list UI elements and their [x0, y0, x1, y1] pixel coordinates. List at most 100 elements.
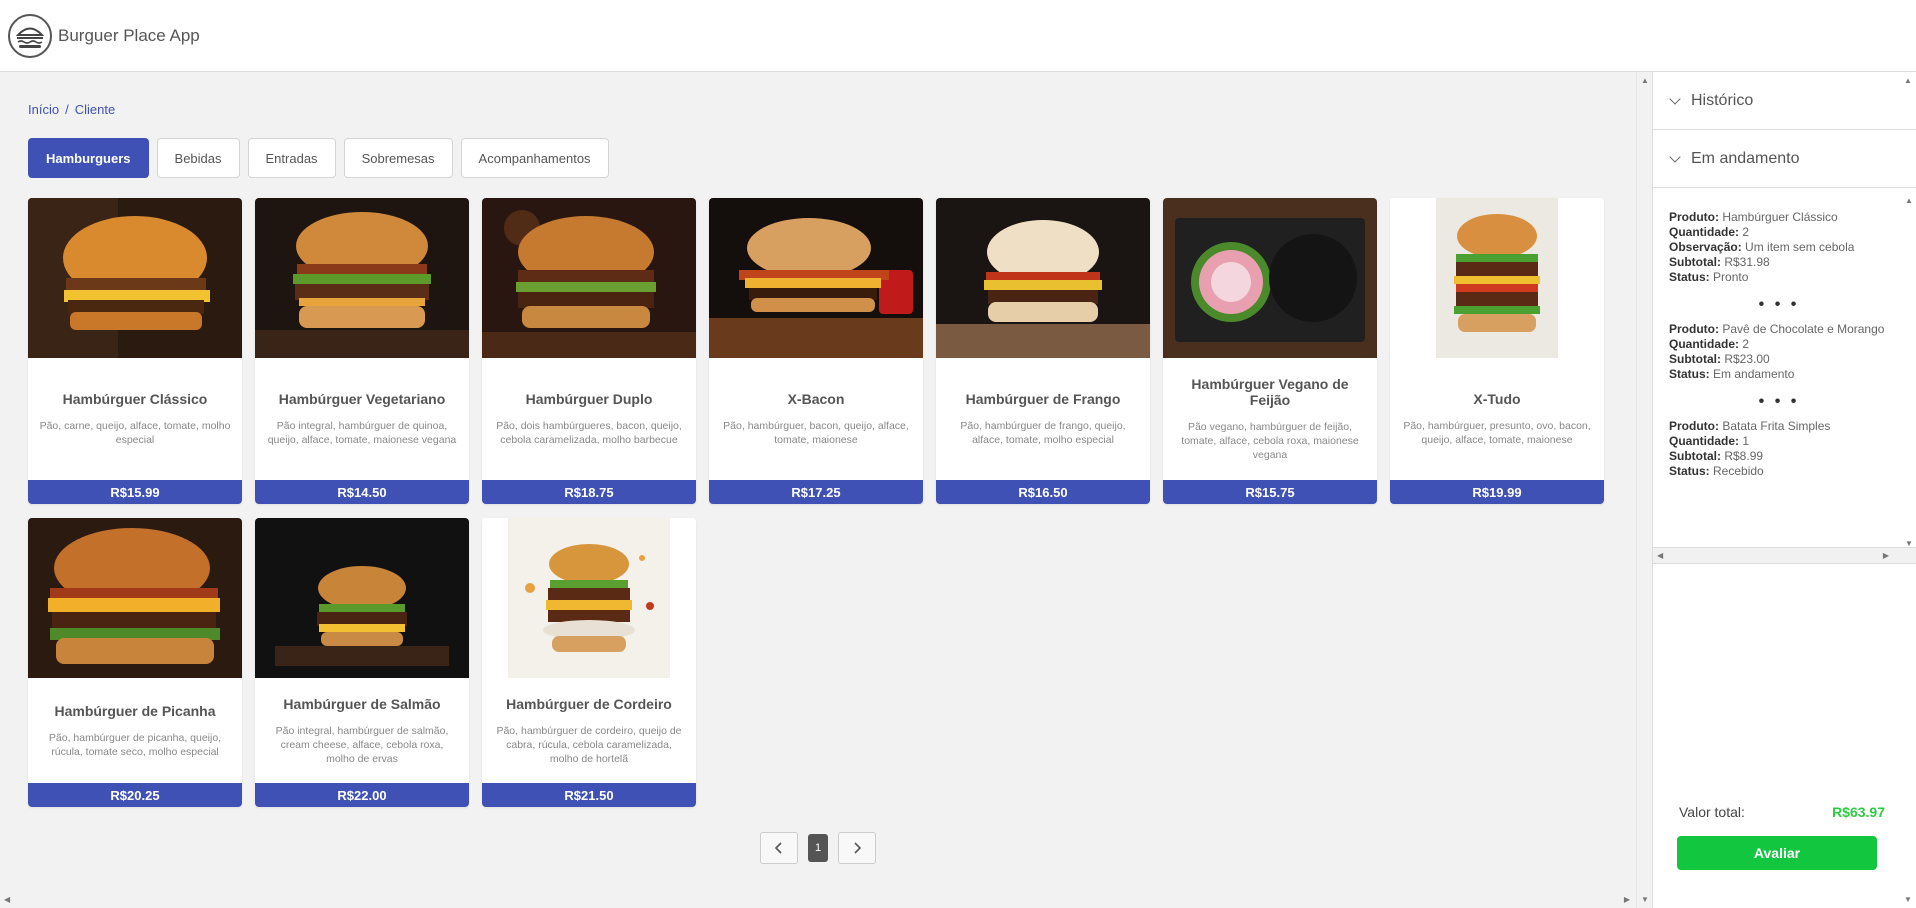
- total-row: Valor total: R$63.97: [1679, 804, 1885, 820]
- subtotal-label: Subtotal:: [1669, 255, 1721, 269]
- breadcrumb-current[interactable]: Cliente: [75, 102, 115, 117]
- subtotal-label: Subtotal:: [1669, 352, 1721, 366]
- product-price[interactable]: R$22.00: [255, 783, 469, 807]
- product-description: Pão integral, hambúrguer de salmão, crea…: [275, 724, 449, 765]
- order-separator: • • •: [1758, 393, 1800, 410]
- order-product: Batata Frita Simples: [1722, 419, 1831, 433]
- app-header: Burguer Place App: [0, 0, 1916, 72]
- chevron-down-icon: [1669, 150, 1681, 163]
- tab-hamburguers[interactable]: Hamburguers: [28, 138, 149, 178]
- order-quantity: 2: [1742, 225, 1750, 239]
- product-description: Pão, hambúrguer de picanha, queijo, rúcu…: [48, 731, 222, 758]
- prev-page-button[interactable]: [760, 832, 798, 864]
- product-name: Hambúrguer Vegano de Feijão: [1191, 376, 1349, 408]
- in-progress-section-toggle[interactable]: Em andamento: [1653, 130, 1916, 188]
- product-description: Pão, hambúrguer de frango, queijo, alfac…: [960, 420, 1126, 446]
- product-image: [255, 518, 469, 678]
- product-info: Hambúrguer Vegano de Feijão Pão vegano, …: [1163, 358, 1377, 480]
- order-subtotal: R$8.99: [1724, 449, 1764, 463]
- scroll-left-icon[interactable]: ◀: [1657, 551, 1663, 560]
- scroll-left-icon[interactable]: ◀: [4, 895, 10, 904]
- product-name: Hambúrguer Duplo: [525, 391, 653, 407]
- next-page-button[interactable]: [838, 832, 876, 864]
- product-label: Produto:: [1669, 210, 1719, 224]
- tab-acompanhamentos[interactable]: Acompanhamentos: [460, 138, 609, 178]
- total-value: R$63.97: [1832, 804, 1885, 820]
- product-card[interactable]: Hambúrguer de Salmão Pão integral, hambú…: [255, 518, 469, 807]
- product-card[interactable]: Hambúrguer Vegetariano Pão integral, ham…: [255, 198, 469, 504]
- order-quantity: 2: [1742, 337, 1750, 351]
- scroll-up-icon[interactable]: ▲: [1904, 76, 1912, 85]
- rate-button[interactable]: Avaliar: [1677, 836, 1877, 870]
- main-horizontal-scrollbar[interactable]: ◀ ▶: [0, 892, 1636, 908]
- product-name: Hambúrguer Vegetariano: [278, 391, 446, 407]
- product-description: Pão, hambúrguer, presunto, ovo, bacon, q…: [1403, 420, 1591, 446]
- order-status: Em andamento: [1713, 367, 1795, 381]
- orders-list: Produto: Hambúrguer Clássico Quantidade:…: [1653, 188, 1916, 564]
- main-content: Início / Cliente Hamburguers Bebidas Ent…: [0, 72, 1652, 908]
- order-product: Pavê de Chocolate e Morango: [1722, 322, 1885, 336]
- tab-sobremesas[interactable]: Sobremesas: [343, 138, 453, 178]
- quantity-label: Quantidade:: [1669, 337, 1740, 351]
- product-grid: Hambúrguer Clássico Pão, carne, queijo, …: [28, 198, 1604, 807]
- main-vertical-scrollbar[interactable]: ▲ ▼: [1636, 72, 1652, 908]
- tab-entradas[interactable]: Entradas: [247, 138, 336, 178]
- category-tabs: Hamburguers Bebidas Entradas Sobremesas …: [28, 138, 609, 178]
- product-info: Hambúrguer Clássico Pão, carne, queijo, …: [28, 358, 242, 480]
- status-label: Status:: [1669, 270, 1710, 284]
- product-info: Hambúrguer Vegetariano Pão integral, ham…: [255, 358, 469, 480]
- product-name: X-Tudo: [1473, 391, 1521, 407]
- orders-horizontal-scrollbar[interactable]: ◀ ▶: [1653, 547, 1916, 563]
- product-price[interactable]: R$20.25: [28, 783, 242, 807]
- product-image: [709, 198, 923, 358]
- product-price[interactable]: R$16.50: [936, 480, 1150, 504]
- product-price[interactable]: R$15.75: [1163, 480, 1377, 504]
- product-price[interactable]: R$18.75: [482, 480, 696, 504]
- product-price[interactable]: R$19.99: [1390, 480, 1604, 504]
- product-card[interactable]: Hambúrguer de Cordeiro Pão, hambúrguer d…: [482, 518, 696, 807]
- total-label: Valor total:: [1679, 804, 1745, 820]
- note-label: Observação:: [1669, 240, 1742, 254]
- app-title: Burguer Place App: [58, 25, 200, 45]
- history-section-toggle[interactable]: Histórico: [1653, 72, 1916, 130]
- order-separator: • • •: [1758, 296, 1800, 313]
- product-card[interactable]: Hambúrguer Duplo Pão, dois hambúrgueres,…: [482, 198, 696, 504]
- product-card[interactable]: Hambúrguer Vegano de Feijão Pão vegano, …: [1163, 198, 1377, 504]
- product-name: Hambúrguer de Salmão: [283, 695, 441, 712]
- order-product: Hambúrguer Clássico: [1722, 210, 1838, 224]
- product-price[interactable]: R$14.50: [255, 480, 469, 504]
- subtotal-label: Subtotal:: [1669, 449, 1721, 463]
- burger-logo-icon[interactable]: [8, 13, 52, 58]
- scroll-down-icon[interactable]: ▼: [1904, 895, 1912, 904]
- product-price[interactable]: R$15.99: [28, 480, 242, 504]
- product-card[interactable]: Hambúrguer de Frango Pão, hambúrguer de …: [936, 198, 1150, 504]
- scroll-up-icon[interactable]: ▲: [1641, 76, 1649, 85]
- product-name: X-Bacon: [787, 391, 845, 407]
- product-description: Pão, hambúrguer de cordeiro, queijo de c…: [496, 724, 682, 765]
- product-image: [28, 518, 242, 678]
- product-image: [936, 198, 1150, 358]
- scroll-right-icon[interactable]: ▶: [1883, 551, 1889, 560]
- sidebar-vertical-scrollbar[interactable]: ▲ ▼: [1900, 72, 1916, 908]
- product-price[interactable]: R$21.50: [482, 783, 696, 807]
- product-info: Hambúrguer de Picanha Pão, hambúrguer de…: [28, 678, 242, 783]
- chevron-left-icon: [774, 842, 782, 854]
- product-card[interactable]: X-Bacon Pão, hambúrguer, bacon, queijo, …: [709, 198, 923, 504]
- product-info: Hambúrguer de Cordeiro Pão, hambúrguer d…: [482, 678, 696, 783]
- order-quantity: 1: [1742, 434, 1750, 448]
- product-description: Pão, dois hambúrgueres, bacon, queijo, c…: [496, 420, 682, 446]
- product-card[interactable]: Hambúrguer Clássico Pão, carne, queijo, …: [28, 198, 242, 504]
- product-image: [482, 518, 696, 678]
- scroll-right-icon[interactable]: ▶: [1624, 895, 1630, 904]
- product-image: [1390, 198, 1604, 358]
- tab-bebidas[interactable]: Bebidas: [156, 138, 240, 178]
- order-status: Recebido: [1713, 464, 1764, 478]
- product-description: Pão integral, hambúrguer de quinoa, quei…: [267, 420, 457, 446]
- product-card[interactable]: Hambúrguer de Picanha Pão, hambúrguer de…: [28, 518, 242, 807]
- product-price[interactable]: R$17.25: [709, 480, 923, 504]
- product-card[interactable]: X-Tudo Pão, hambúrguer, presunto, ovo, b…: [1390, 198, 1604, 504]
- product-name: Hambúrguer de Picanha: [54, 702, 216, 719]
- scroll-down-icon[interactable]: ▼: [1641, 895, 1649, 904]
- page-number[interactable]: 1: [808, 834, 828, 862]
- breadcrumb-home-link[interactable]: Início: [28, 102, 59, 117]
